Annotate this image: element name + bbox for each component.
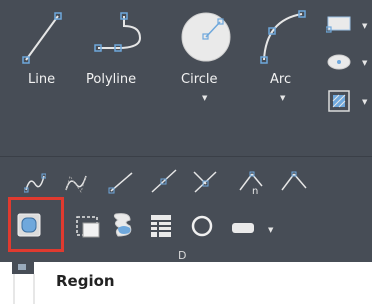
spline-fit-icon xyxy=(23,173,47,193)
region-highlight-frame xyxy=(8,197,64,252)
svg-text:▼: ▼ xyxy=(362,98,368,106)
tooltip-title: Region xyxy=(56,272,115,290)
arc-dropdown-icon[interactable]: ▼ xyxy=(280,94,285,102)
region-tooltip: Region xyxy=(0,262,372,304)
ray-icon xyxy=(108,172,133,194)
circle-label: Circle xyxy=(181,72,218,87)
hatch-icon: ▼ xyxy=(328,90,368,112)
table-button[interactable] xyxy=(148,212,174,240)
wipeout-button[interactable] xyxy=(74,212,102,240)
hatch-button[interactable]: ▼ xyxy=(326,88,372,114)
svg-text:▼: ▼ xyxy=(362,59,368,67)
point-button[interactable]: ▼ xyxy=(326,50,372,74)
multiline-alt-button[interactable] xyxy=(280,168,308,194)
circle-icon xyxy=(181,12,231,62)
xline-icon xyxy=(193,171,217,193)
point-icon: ▼ xyxy=(327,54,368,70)
panel-title-partial: D xyxy=(178,249,187,262)
multiline-icon: n xyxy=(239,171,263,197)
circle-button[interactable] xyxy=(176,8,236,106)
spline-fit-button[interactable] xyxy=(23,172,47,194)
rectangle-button[interactable]: ▼ xyxy=(325,14,372,36)
polyline-button[interactable] xyxy=(88,8,158,106)
arc-label: Arc xyxy=(270,72,292,87)
multiline-button[interactable]: n xyxy=(238,168,266,197)
construction-line-icon xyxy=(151,169,177,193)
ray-button[interactable] xyxy=(108,170,136,194)
line-icon xyxy=(22,12,62,64)
spline-cv-icon xyxy=(65,175,87,193)
arc-icon xyxy=(260,10,306,64)
table-icon xyxy=(151,215,171,237)
arc-button[interactable] xyxy=(256,8,306,106)
donut-icon xyxy=(191,215,213,237)
more-tools-button[interactable]: ▼ xyxy=(230,218,278,238)
circle-dropdown-icon[interactable]: ▼ xyxy=(202,94,207,102)
rectangle-icon: ▼ xyxy=(325,16,368,33)
wipeout-icon xyxy=(76,216,100,238)
xline-button[interactable] xyxy=(192,168,218,194)
multiline-alt-icon xyxy=(281,171,307,191)
dropdown-more-icon: ▼ xyxy=(232,223,274,234)
revision-cloud-icon xyxy=(113,213,132,237)
polyline-icon xyxy=(94,12,142,52)
line-button[interactable] xyxy=(14,8,64,106)
revision-cloud-button[interactable] xyxy=(110,210,138,240)
spline-cv-button[interactable] xyxy=(64,172,88,194)
svg-text:n: n xyxy=(252,186,258,196)
donut-button[interactable] xyxy=(190,214,214,238)
line-label: Line xyxy=(28,72,56,87)
ribbon-panel: Line Polyline Circle ▼ Arc ▼ ▼ ▼ ▼ n ▼ D xyxy=(0,0,372,304)
svg-text:▼: ▼ xyxy=(268,226,274,234)
panel-divider xyxy=(0,156,372,157)
construction-line-button[interactable] xyxy=(150,168,178,194)
svg-text:▼: ▼ xyxy=(362,22,368,30)
polyline-label: Polyline xyxy=(86,72,137,87)
tooltip-flag-icon xyxy=(12,262,35,304)
